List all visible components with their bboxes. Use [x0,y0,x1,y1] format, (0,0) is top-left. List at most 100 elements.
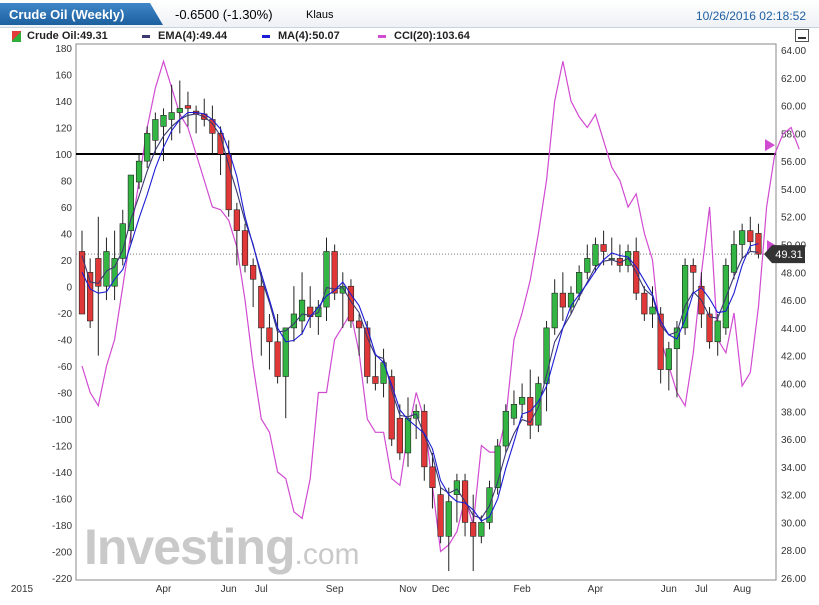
candle-body [649,306,656,315]
cci-axis-tick-label: 160 [55,71,72,82]
candle-body [258,285,265,329]
price-axis-tick-label: 54.00 [781,185,806,196]
price-axis-tick-label: 36.00 [781,435,806,446]
candle-body [225,153,232,211]
price-axis-tick-label: 40.00 [781,379,806,390]
time-axis-tick-label: Jul [255,584,268,595]
candle-body [657,313,664,370]
candle-body [144,133,151,162]
cci-axis-tick-label: 0 [66,283,72,294]
ema-line [81,113,759,519]
cci-axis-tick-label: 120 [55,124,72,135]
candle-body [478,522,485,537]
candle-body [502,410,509,447]
cci-axis-tick-label: -80 [58,389,73,400]
candle-body [127,174,135,231]
price-axis-tick-label: 44.00 [781,324,806,335]
candle-body [331,251,338,294]
time-axis-tick-label: Apr [156,584,172,595]
time-axis-tick-label: Aug [733,584,751,595]
cci-axis-tick-label: 80 [61,177,73,188]
cci-axis-tick-label: -100 [52,415,72,426]
candle-body [103,251,110,287]
candle-body [592,244,599,266]
candle-body [282,327,289,377]
candle-body [241,230,249,266]
price-axis-tick-label: 38.00 [781,407,806,418]
candle-body [510,404,518,419]
cci-axis-tick-label: -220 [52,574,72,585]
plot-frame [75,43,777,581]
candle-body [739,230,746,245]
candle-body [184,105,192,109]
candle-body [135,160,143,183]
last-price-label: 49.31 [775,249,803,261]
candle-body [429,466,436,488]
candle-body [437,494,444,537]
time-axis-tick-label: Jul [695,584,708,595]
cci-pointer-icon [765,139,775,152]
candle-body [404,417,412,454]
cci-axis-tick-label: 100 [55,150,72,161]
candle-body [730,244,738,273]
ma-line [81,111,759,522]
candle-body [95,258,102,287]
time-axis-tick-label: Sep [326,584,344,595]
time-axis-tick-label: 2015 [11,584,34,595]
price-axis-tick-label: 26.00 [781,574,806,585]
candle-body [266,327,273,343]
candle-body [168,112,175,120]
price-axis-tick-label: 28.00 [781,546,806,557]
candle-body [706,313,713,343]
candle-body [641,292,648,315]
cci-axis-tick-label: -60 [58,362,73,373]
price-axis-tick-label: 30.00 [781,518,806,529]
cci-axis-tick-label: -140 [52,468,72,479]
candle-body [176,108,183,113]
watermark: Investing.com [84,518,360,576]
cci-axis-tick-label: -160 [52,495,72,506]
candle-body [551,292,558,329]
cci-axis-tick-label: -200 [52,548,72,559]
time-axis-tick-label: Apr [588,584,604,595]
time-axis-tick-label: Dec [432,584,450,595]
candle-body [250,265,257,280]
price-axis-tick-label: 52.00 [781,213,806,224]
cci-axis-tick-label: -120 [52,442,72,453]
watermark-brand: Investing [84,519,295,575]
candle-body [584,258,591,273]
time-axis-tick-label: Jun [661,584,677,595]
time-axis-tick-label: Feb [513,584,531,595]
price-axis-tick-label: 62.00 [781,74,806,85]
candle-body [559,292,566,308]
price-axis-tick-label: 60.00 [781,102,806,113]
candle-body [152,119,159,141]
candle-body [445,501,452,537]
price-axis-tick-label: 46.00 [781,296,806,307]
price-axis-tick-label: 42.00 [781,352,806,363]
candle-body [470,522,477,537]
time-axis-tick-label: Nov [399,584,417,595]
candle-body [274,341,281,377]
candle-body [665,348,672,370]
candle-body [298,299,306,322]
cci-axis-tick-label: 40 [61,230,73,241]
cci-axis-tick-label: 140 [55,97,72,108]
candle-body [396,417,403,454]
price-axis-tick-label: 34.00 [781,463,806,474]
candle-body [600,244,607,252]
price-chart: 180 160 140 120 100 80 60 40 20 0 -20 -40 -60 -80 -100… [11,43,806,595]
candle-body [518,397,526,405]
cci-axis-tick-label: -20 [58,309,73,320]
cci-axis-tick-label: -180 [52,521,72,532]
candle-body [87,272,94,322]
candle-body [233,209,240,231]
cci-axis-tick-label: 20 [61,256,73,267]
price-axis-tick-label: 32.00 [781,491,806,502]
watermark-suffix: .com [294,538,360,571]
candle-body [160,115,167,127]
candle-body [690,265,697,273]
cci-axis-tick-label: 180 [55,44,72,55]
candle-body [372,376,379,384]
candle-body [747,230,754,243]
